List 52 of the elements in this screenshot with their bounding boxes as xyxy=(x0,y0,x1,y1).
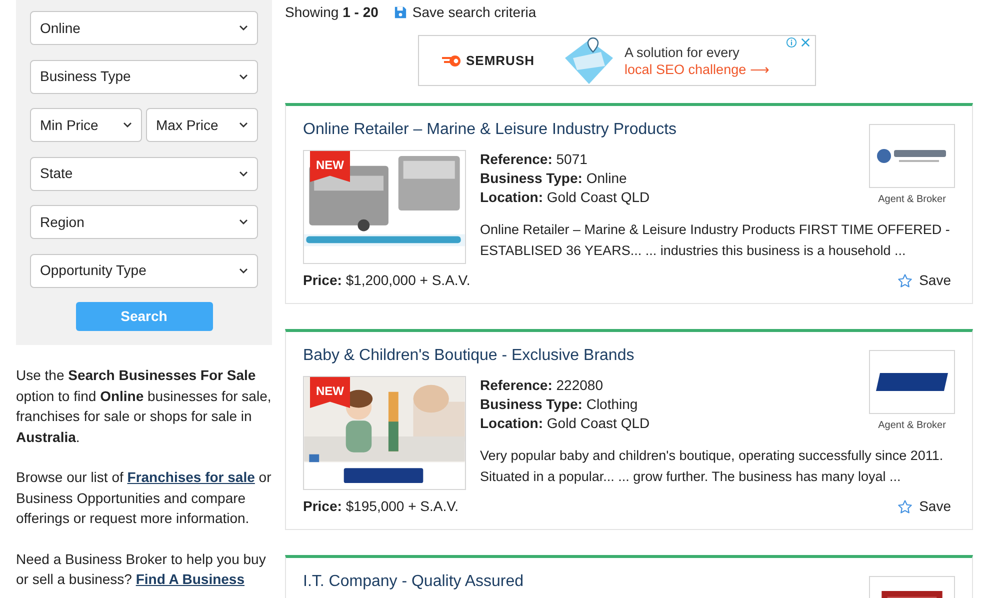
dropdown-select[interactable]: Business Type xyxy=(30,60,258,94)
listing-title[interactable]: Baby & Children's Boutique - Exclusive Brands xyxy=(303,346,861,366)
broker-logo[interactable] xyxy=(869,350,955,414)
chevron-down-icon xyxy=(239,268,248,274)
listing-price: Price: $195,000 + S.A.V. xyxy=(303,497,459,516)
dropdown-select[interactable]: Region xyxy=(30,205,258,239)
dropdown-select[interactable]: Min Price xyxy=(30,108,142,142)
save-criteria-button[interactable]: Save search criteria xyxy=(394,2,536,22)
close-icon[interactable] xyxy=(800,37,811,48)
listing-title[interactable]: I.T. Company - Quality Assured xyxy=(303,572,861,592)
ad-tagline: local SEO challenge ⟶ xyxy=(624,60,770,78)
chevron-down-icon xyxy=(239,170,248,176)
chevron-down-icon xyxy=(239,74,248,80)
star-icon xyxy=(897,272,914,288)
results-count: Showing 1 - 20 xyxy=(285,2,378,22)
broker-label: Agent & Broker xyxy=(878,419,946,433)
listing-title[interactable]: Online Retailer – Marine & Leisure Industry Products xyxy=(303,120,861,140)
dropdown-select[interactable]: Max Price xyxy=(146,108,258,142)
ad-brand: SEMRUSH xyxy=(466,52,535,70)
save-button[interactable]: Save xyxy=(897,270,951,291)
advertisement-banner[interactable]: SEMRUSH A solution for every local SEO challenge ⟶ xyxy=(418,35,816,86)
listing-detail: Business Type: Online xyxy=(480,169,627,188)
map-pin-icon xyxy=(562,36,615,86)
listing-price: Price: $1,200,000 + S.A.V. xyxy=(303,271,470,290)
listing-detail: Business Type: Clothing xyxy=(480,395,638,414)
intro-paragraph: Need a Business Broker to help you buy or sell a business? Find A Business xyxy=(16,550,267,589)
listing-description: Very popular baby and children's boutique, operating successfully since 2011. Situated in a popular... ... grow further. The business has many loyal ... xyxy=(480,447,944,486)
chevron-down-icon xyxy=(239,25,248,31)
intro-paragraph: Browse our list of Franchises for sale or Business Opportunities and compare offerings or request more information. xyxy=(16,468,272,528)
new-badge: NEW xyxy=(310,377,350,408)
ad-headline: A solution for every xyxy=(624,44,740,60)
listing-description: Online Retailer – Marine & Leisure Industry Products FIRST TIME OFFERED - ESTABLISED 36 YEARS... ... industries this business is a household ... xyxy=(480,221,951,260)
text-link[interactable]: Franchises for sale xyxy=(127,469,255,485)
listing-detail: Reference: 222080 xyxy=(480,376,603,395)
dropdown-select[interactable]: State xyxy=(30,156,258,190)
intro-paragraph: Use the Search Businesses For Sale option to find Online businesses for sale, franchises for sale or shops for sale in Australia. xyxy=(16,366,272,446)
info-icon[interactable] xyxy=(786,37,797,48)
chevron-down-icon xyxy=(123,122,132,128)
new-badge: NEW xyxy=(310,151,350,182)
save-button[interactable]: Save xyxy=(897,496,951,517)
broker-logo[interactable] xyxy=(869,124,955,188)
chevron-down-icon xyxy=(239,219,248,225)
dropdown-select[interactable]: Opportunity Type xyxy=(30,254,258,288)
broker-label: Agent & Broker xyxy=(878,193,946,207)
dropdown-select[interactable]: Online xyxy=(30,11,258,45)
star-icon xyxy=(897,498,914,514)
flame-logo-icon xyxy=(442,54,462,66)
text-link[interactable]: Find A Business xyxy=(136,571,244,587)
listing-detail: Location: Gold Coast QLD xyxy=(480,188,650,207)
chevron-down-icon xyxy=(239,122,248,128)
listing-detail: Reference: 5071 xyxy=(480,150,588,169)
listing-detail: Location: Gold Coast QLD xyxy=(480,414,650,433)
